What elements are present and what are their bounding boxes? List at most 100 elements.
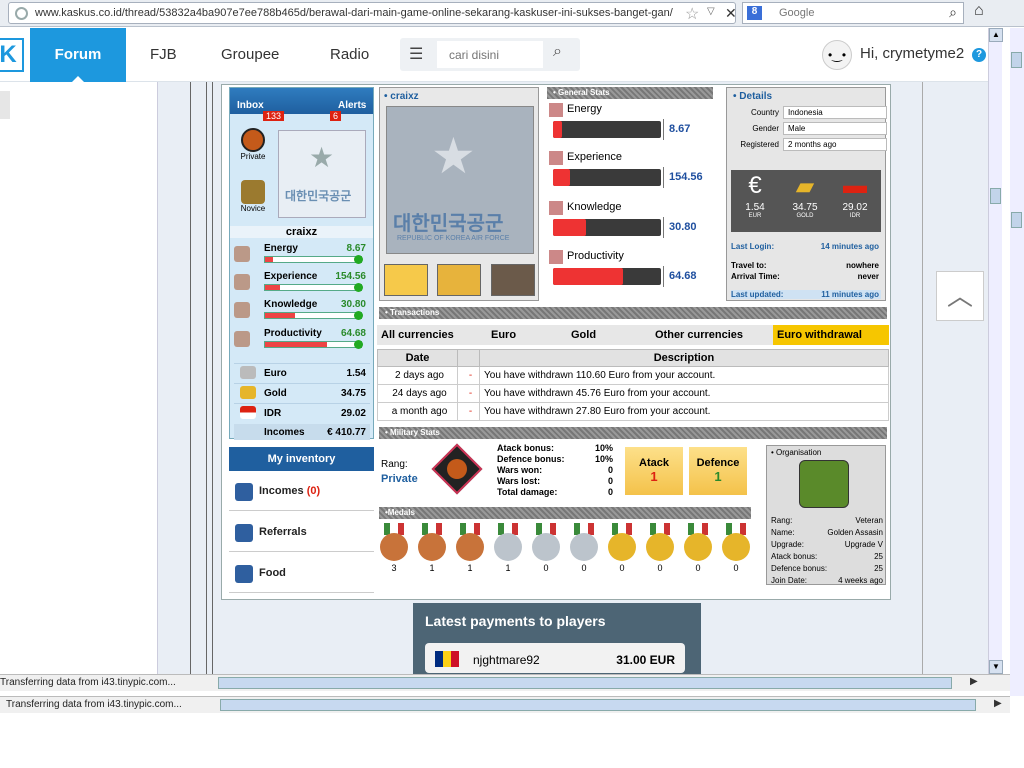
organisation-panel: • Organisation Rang: Veteran Name: Golden … — [766, 445, 886, 585]
inventory-referrals[interactable]: Referrals — [229, 512, 374, 552]
detail-label: Registered — [740, 140, 779, 149]
medal[interactable]: 3 — [379, 523, 409, 573]
bookmark-star-icon[interactable]: ☆ — [685, 4, 699, 24]
medal-icon — [722, 533, 750, 561]
org-label: Defence bonus: — [771, 564, 828, 573]
scroll-thumb[interactable] — [1011, 52, 1022, 68]
nav-radio[interactable]: Radio — [330, 28, 369, 82]
gs-value: 154.56 — [669, 171, 703, 183]
bonus-value: 10% — [594, 443, 613, 453]
currency-value: 34.75 — [792, 202, 818, 213]
medal-count: 0 — [543, 563, 549, 573]
organisation-logo[interactable] — [799, 460, 849, 508]
kaskus-logo[interactable]: K — [0, 38, 24, 72]
medal[interactable]: 0 — [645, 523, 675, 573]
attack-button[interactable]: Atack 1 — [625, 447, 683, 495]
nav-forum[interactable]: Forum — [30, 28, 126, 82]
browser-search-box[interactable]: 8 Google ⌕ — [742, 2, 964, 24]
indonesia-flag-icon — [240, 406, 256, 419]
medal[interactable]: 1 — [417, 523, 447, 573]
currency-gold: ▰ 34.75 GOLD — [781, 172, 829, 230]
row-sign: - — [457, 402, 480, 421]
vertical-scrollbar[interactable]: ▲ ▼ — [988, 28, 1003, 674]
travel-value: nowhere — [846, 261, 879, 270]
scroll-right-icon[interactable]: ▶ — [970, 676, 978, 687]
scroll-up-icon[interactable]: ▲ — [989, 28, 1003, 42]
defence-button[interactable]: Defence 1 — [689, 447, 747, 495]
stat-value: 154.56 — [335, 271, 366, 282]
inventory-food[interactable]: Food — [229, 553, 374, 593]
medal-icon — [608, 533, 636, 561]
home-icon[interactable]: ⌂ — [974, 2, 984, 20]
travel-to: Travel to: nowhere — [731, 261, 881, 270]
medal[interactable]: 0 — [607, 523, 637, 573]
horizontal-scrollbar[interactable] — [220, 699, 976, 711]
player-name: craixz — [230, 226, 373, 238]
medal[interactable]: 1 — [493, 523, 523, 573]
gs-fill — [553, 219, 587, 236]
avatar[interactable]: •‿• — [822, 40, 852, 70]
tab-other-currencies[interactable]: Other currencies — [655, 325, 743, 345]
divider — [212, 82, 213, 674]
scroll-top-button[interactable]: ︿ — [936, 271, 984, 321]
medal[interactable]: 0 — [569, 523, 599, 573]
tab-all-currencies[interactable]: All currencies — [381, 325, 454, 345]
friend-avatar[interactable] — [437, 264, 481, 296]
gs-value: 64.68 — [669, 270, 697, 282]
row-description: You have withdrawn 45.76 Euro from your … — [479, 384, 889, 403]
address-bar[interactable]: www.kaskus.co.id/thread/53832a4ba907e7ee… — [8, 2, 737, 24]
stat-fill — [265, 257, 274, 262]
user-greeting[interactable]: Hi, crymetyme2 — [860, 45, 964, 62]
tab-euro[interactable]: Euro — [491, 325, 516, 345]
scroll-down-icon[interactable]: ▼ — [989, 660, 1003, 674]
nav-fjb[interactable]: FJB — [150, 28, 177, 82]
nav-groupee[interactable]: Groupee — [221, 28, 279, 82]
help-icon[interactable]: ? — [972, 48, 986, 62]
search-icon[interactable]: ⌕ — [553, 43, 562, 61]
search-input[interactable] — [437, 41, 543, 68]
scroll-thumb[interactable] — [990, 188, 1001, 204]
detail-value: Male — [783, 122, 887, 135]
plus-icon[interactable] — [354, 311, 363, 320]
status-bar: Transferring data from i43.tinypic.com..… — [0, 674, 1010, 691]
tab-euro-withdrawal[interactable]: Euro withdrawal — [773, 325, 889, 345]
player-card: • craixz ★ 대한민국공군 REPUBLIC OF KOREA AIR … — [379, 87, 539, 301]
medal[interactable]: 0 — [531, 523, 561, 573]
plus-icon[interactable] — [354, 283, 363, 292]
stat-label: Knowledge — [264, 299, 318, 310]
close-icon[interactable]: ✕ — [725, 5, 737, 22]
last-login-value: 14 minutes ago — [820, 242, 879, 251]
horizontal-scrollbar[interactable] — [218, 677, 952, 689]
inbox-link[interactable]: Inbox — [237, 100, 264, 111]
gs-bar — [553, 268, 661, 285]
search-icon[interactable]: ⌕ — [949, 4, 957, 21]
left-column — [0, 82, 158, 674]
table-row: 24 days ago - You have withdrawn 45.76 Eur… — [377, 384, 889, 403]
plus-icon[interactable] — [354, 255, 363, 264]
alerts-link[interactable]: Alerts — [338, 100, 366, 111]
medal[interactable]: 0 — [721, 523, 751, 573]
inventory-incomes[interactable]: Incomes (0) — [229, 471, 374, 511]
attack-value: 1 — [650, 469, 658, 484]
incomes-icon — [235, 483, 253, 501]
chevron-down-icon[interactable]: ▽ — [707, 6, 715, 17]
last-login: Last Login: 14 minutes ago — [731, 242, 881, 251]
friend-avatar[interactable] — [491, 264, 535, 296]
payments-title: Latest payments to players — [425, 613, 606, 629]
energy-icon — [549, 103, 563, 117]
plus-icon[interactable] — [354, 340, 363, 349]
medal[interactable]: 0 — [683, 523, 713, 573]
scroll-right-icon[interactable]: ▶ — [994, 698, 1002, 709]
scroll-thumb[interactable] — [1011, 212, 1022, 228]
stat-label: Experience — [264, 271, 318, 282]
menu-icon[interactable]: ☰ — [409, 44, 423, 64]
general-stats: • General Stats Energy 8.67 Experience 154… — [547, 87, 717, 301]
tab-gold[interactable]: Gold — [571, 325, 596, 345]
gs-fill — [553, 121, 563, 138]
inventory-title[interactable]: My inventory — [229, 447, 374, 471]
friend-avatar[interactable] — [384, 264, 428, 296]
stat-bar — [264, 255, 363, 264]
stat-value: 30.80 — [340, 299, 366, 310]
medal[interactable]: 1 — [455, 523, 485, 573]
outer-vertical-scrollbar[interactable] — [1010, 28, 1024, 696]
